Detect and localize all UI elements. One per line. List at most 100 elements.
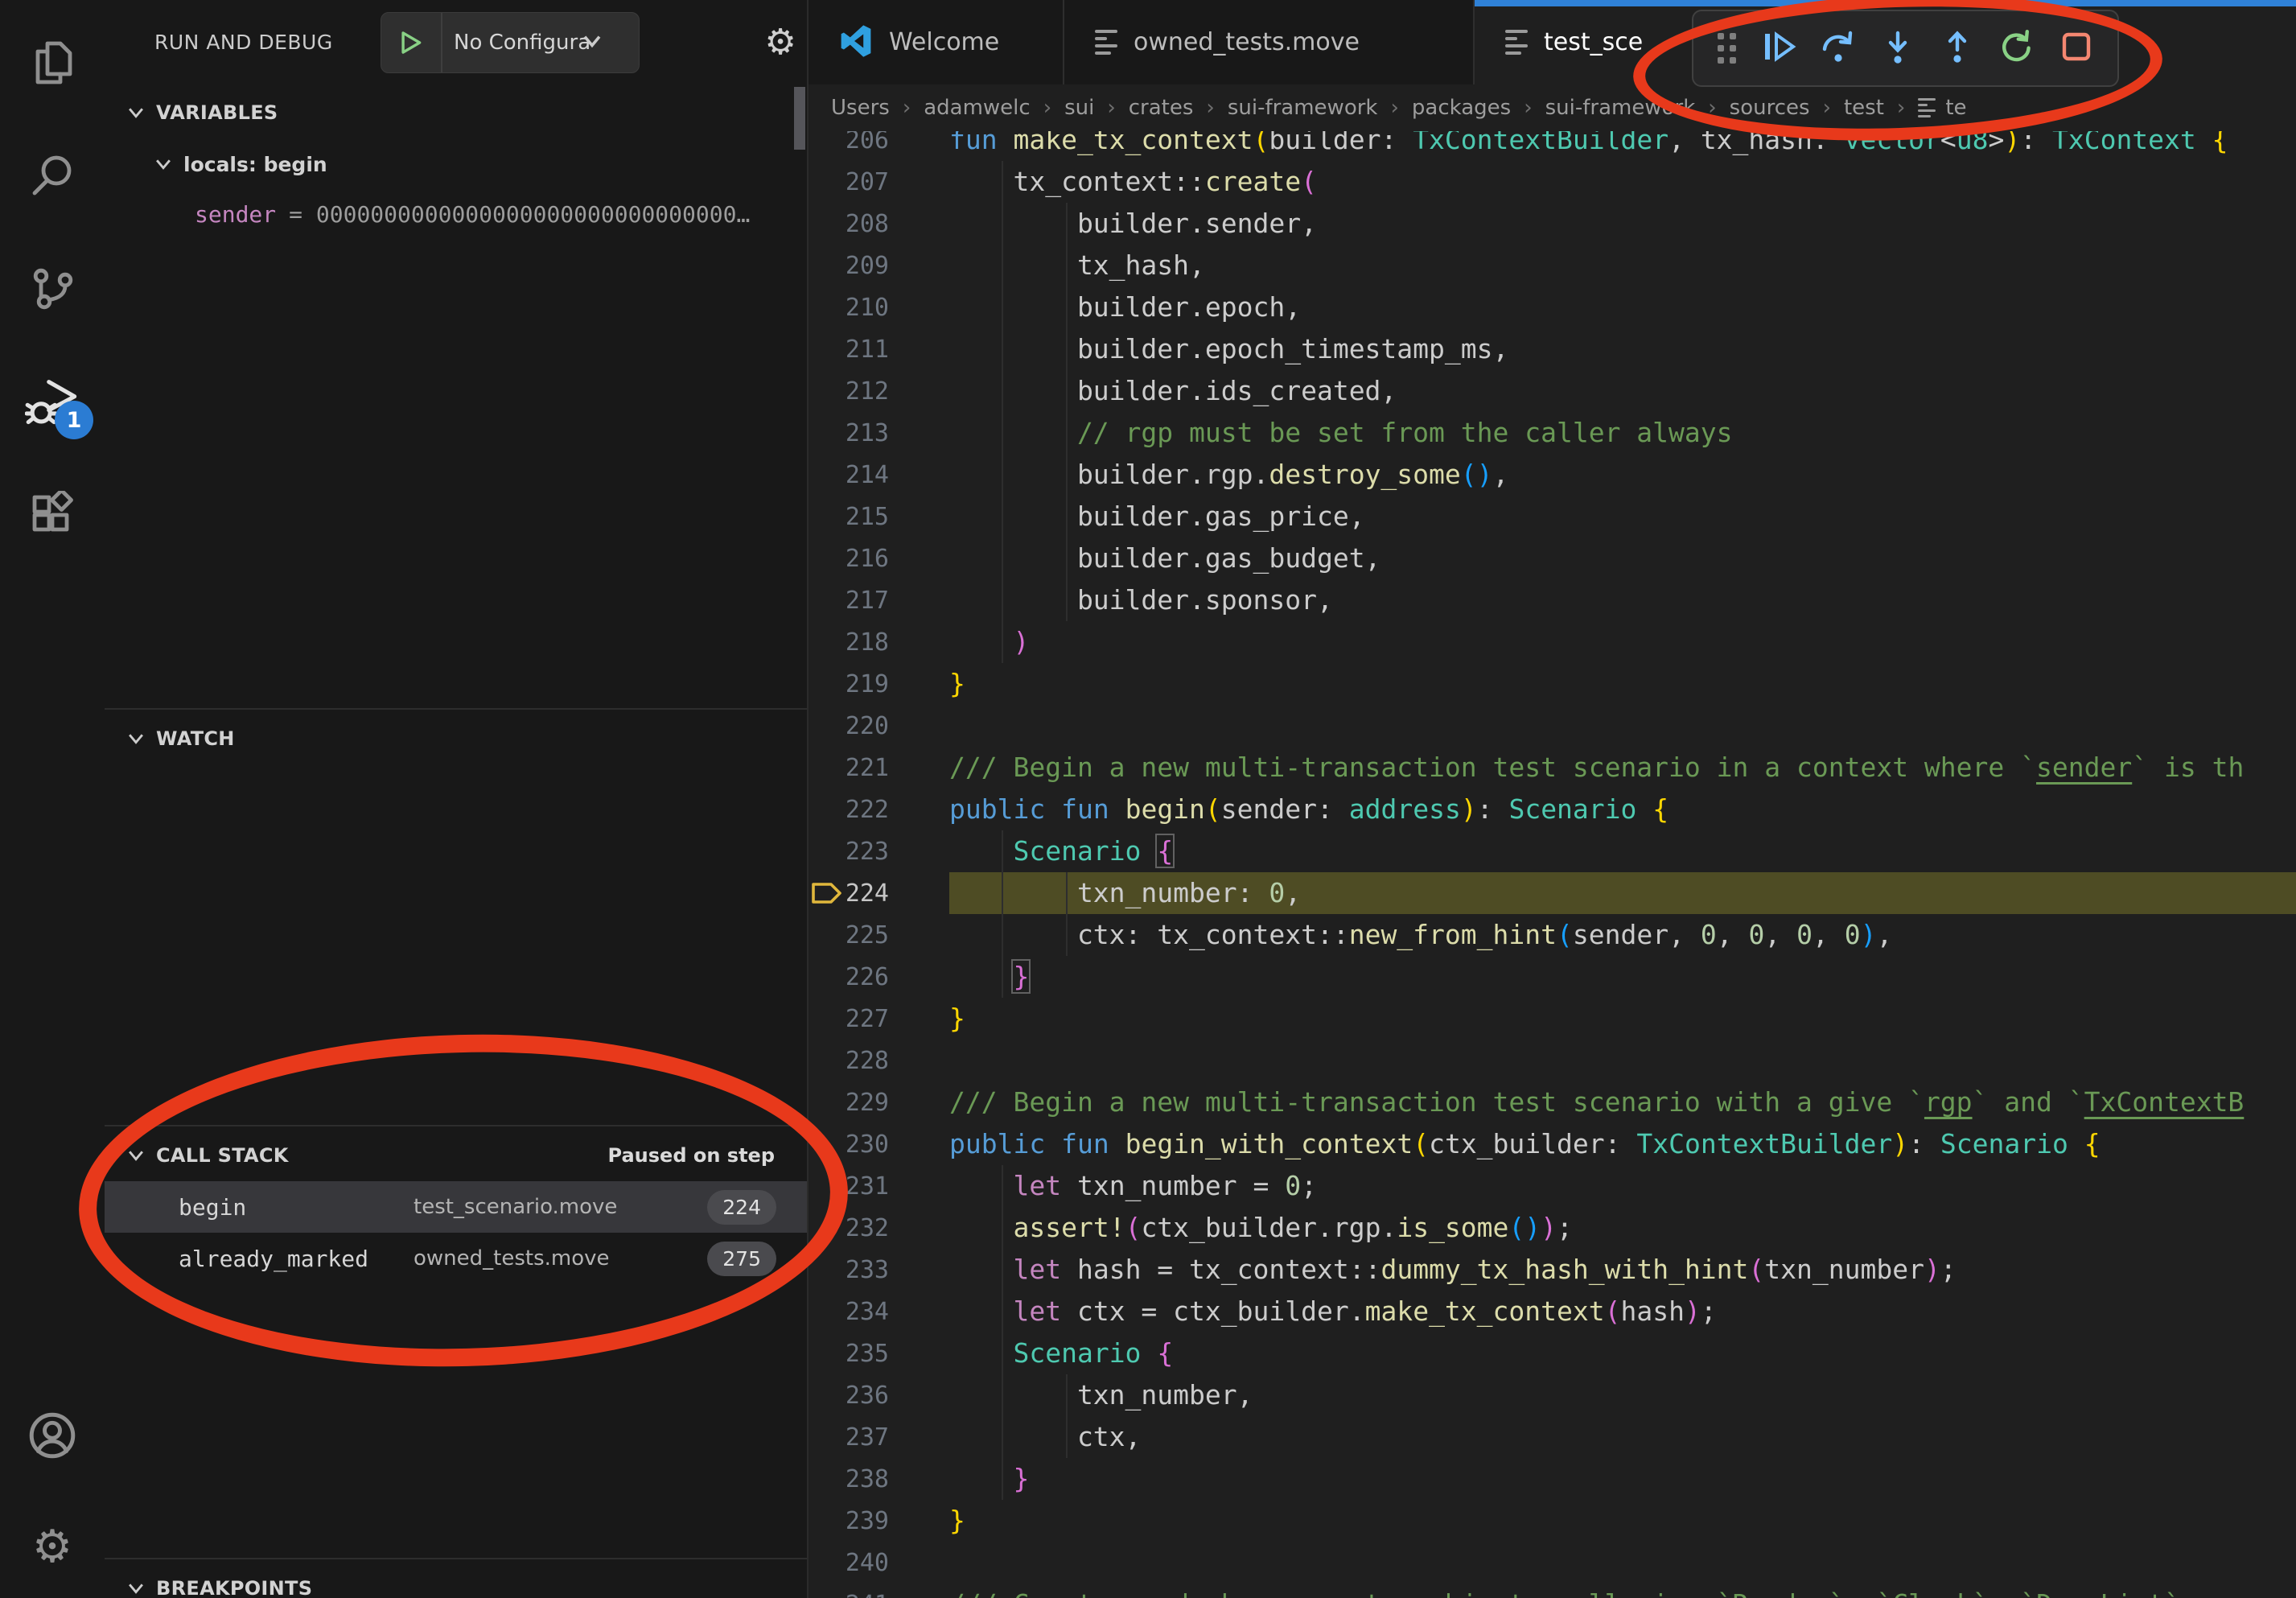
activity-item-source-control[interactable] bbox=[0, 241, 105, 338]
gutter bbox=[809, 370, 845, 412]
breadcrumb-file-item[interactable]: te bbox=[1918, 96, 1966, 120]
breadcrumb-separator: › bbox=[1897, 96, 1905, 120]
breadcrumb-item[interactable]: sources bbox=[1730, 96, 1810, 120]
breadcrumb-item[interactable]: sui bbox=[1064, 96, 1094, 120]
step-into-button[interactable] bbox=[1870, 20, 1926, 76]
gutter bbox=[809, 496, 845, 537]
line-number: 214 bbox=[845, 461, 889, 489]
indent-guide bbox=[1066, 1416, 1068, 1458]
activity-item-settings[interactable]: ⚙ bbox=[0, 1498, 105, 1595]
activity-item-run-and-debug[interactable]: 1 bbox=[0, 354, 105, 451]
breadcrumb-item[interactable]: sui-framework bbox=[1228, 96, 1378, 120]
breadcrumb-separator: › bbox=[1390, 96, 1398, 120]
variable-row-sender[interactable]: sender = 0000000000000000000000000000000… bbox=[105, 192, 899, 237]
activity-item-search[interactable] bbox=[0, 129, 105, 225]
current-position-marker-icon bbox=[809, 872, 845, 914]
frame-file: owned_tests.move bbox=[414, 1246, 610, 1271]
indent-guide bbox=[1066, 286, 1068, 328]
code-line-221: 221/// Begin a new multi-transaction tes… bbox=[809, 747, 2296, 789]
activity-item-extensions[interactable] bbox=[0, 470, 105, 566]
debug-count-badge: 1 bbox=[55, 401, 93, 439]
indent-guide bbox=[1002, 1332, 1003, 1374]
code-line-235: 235 Scenario { bbox=[809, 1332, 2296, 1374]
gutter bbox=[809, 956, 845, 998]
sidebar-scrollbar-thumb[interactable] bbox=[794, 87, 805, 150]
gutter bbox=[809, 705, 845, 747]
line-number: 212 bbox=[845, 377, 889, 406]
indent-guide bbox=[1002, 1249, 1003, 1291]
variables-scope-row[interactable]: locals: begin bbox=[105, 142, 858, 187]
indent-guide bbox=[1066, 579, 1068, 621]
indent-guide bbox=[1066, 245, 1068, 286]
line-number: 223 bbox=[845, 838, 889, 866]
sidebar-title: RUN AND DEBUG bbox=[154, 31, 333, 54]
move-file-icon bbox=[1505, 30, 1528, 55]
code-line-210: 210 builder.epoch, bbox=[809, 286, 2296, 328]
call-stack-section-header[interactable]: CALL STACK Paused on step bbox=[105, 1133, 809, 1178]
indent-guide bbox=[1002, 328, 1003, 370]
call-stack-frame-already_marked[interactable]: already_marked owned_tests.move 275 bbox=[105, 1233, 809, 1284]
line-number: 240 bbox=[845, 1549, 889, 1577]
vscode-window: 1 ⚙ RUN AND DEBUG No Configura ⚙ ⋯ VARIAB… bbox=[0, 0, 2296, 1598]
breadcrumb-item[interactable]: Users bbox=[831, 96, 890, 120]
line-number: 224 bbox=[845, 879, 889, 908]
line-number: 216 bbox=[845, 545, 889, 573]
indent-guide bbox=[1066, 412, 1068, 454]
indent-guide bbox=[1002, 1291, 1003, 1332]
code-line-216: 216 builder.gas_budget, bbox=[809, 537, 2296, 579]
activity-item-explorer[interactable] bbox=[0, 16, 105, 113]
restart-button[interactable] bbox=[1989, 20, 2045, 76]
step-over-button[interactable] bbox=[1810, 20, 1866, 76]
indent-guide bbox=[1002, 1374, 1003, 1416]
watch-section-header[interactable]: WATCH bbox=[105, 716, 809, 761]
line-content: ctx: tx_context::new_from_hint(sender, 0… bbox=[949, 914, 2296, 956]
tab-welcome[interactable]: Welcome bbox=[809, 0, 1064, 84]
breakpoints-section-header[interactable]: BREAKPOINTS bbox=[105, 1566, 809, 1598]
indent-guide bbox=[1002, 454, 1003, 496]
step-into-icon bbox=[1878, 27, 1917, 69]
sidebar-header: RUN AND DEBUG No Configura ⚙ ⋯ bbox=[105, 0, 809, 84]
start-debugging-icon[interactable] bbox=[381, 13, 442, 72]
code-editor[interactable]: 206fun make_tx_context(builder: TxContex… bbox=[809, 0, 2296, 1598]
line-content: } bbox=[949, 663, 2296, 705]
line-content: Scenario { bbox=[949, 1332, 2296, 1374]
line-number: 239 bbox=[845, 1507, 889, 1535]
breadcrumb-item[interactable]: packages bbox=[1412, 96, 1511, 120]
breadcrumb-item[interactable]: test bbox=[1844, 96, 1884, 120]
line-content: builder.epoch, bbox=[949, 286, 2296, 328]
tab-owned-tests-move[interactable]: owned_tests.move bbox=[1064, 0, 1475, 84]
continue-button[interactable] bbox=[1751, 20, 1807, 76]
code-line-225: 225 ctx: tx_context::new_from_hint(sende… bbox=[809, 914, 2296, 956]
gutter bbox=[809, 1584, 845, 1598]
debug-toolbar bbox=[1692, 10, 2119, 87]
activity-item-accounts[interactable] bbox=[0, 1389, 105, 1485]
breadcrumb-item[interactable]: adamwelc bbox=[924, 96, 1030, 120]
debug-config-dropdown[interactable]: No Configura bbox=[381, 12, 640, 73]
indent-guide bbox=[1002, 956, 1003, 998]
line-number: 233 bbox=[845, 1256, 889, 1284]
extensions-icon bbox=[27, 491, 78, 546]
variables-section-header[interactable]: VARIABLES bbox=[105, 90, 809, 135]
sidebar-editor-sash[interactable] bbox=[807, 0, 809, 1598]
paused-status-label: Paused on step bbox=[608, 1144, 775, 1167]
code-line-234: 234 let ctx = ctx_builder.make_tx_contex… bbox=[809, 1291, 2296, 1332]
breadcrumb-item[interactable]: sui-framework bbox=[1545, 96, 1696, 120]
toolbar-drag-handle-icon[interactable] bbox=[1718, 33, 1736, 64]
line-number: 226 bbox=[845, 963, 889, 991]
stop-button[interactable] bbox=[2048, 20, 2105, 76]
code-line-208: 208 builder.sender, bbox=[809, 203, 2296, 245]
step-out-button[interactable] bbox=[1929, 20, 1985, 76]
line-content: public fun begin(sender: address): Scena… bbox=[949, 789, 2296, 830]
call-stack-frame-begin[interactable]: begin test_scenario.move 224 bbox=[105, 1181, 809, 1233]
indent-guide bbox=[1066, 454, 1068, 496]
launch-settings-gear-icon[interactable]: ⚙ bbox=[755, 0, 806, 84]
gutter bbox=[809, 1416, 845, 1458]
indent-guide bbox=[1002, 1458, 1003, 1500]
line-content: builder.rgp.destroy_some(), bbox=[949, 454, 2296, 496]
indent-guide bbox=[1002, 1165, 1003, 1207]
section-title: CALL STACK bbox=[156, 1144, 289, 1167]
breadcrumb-item[interactable]: crates bbox=[1129, 96, 1194, 120]
breadcrumb-separator: › bbox=[1206, 96, 1214, 120]
line-content: Scenario { bbox=[949, 830, 2296, 872]
code-line-215: 215 builder.gas_price, bbox=[809, 496, 2296, 537]
